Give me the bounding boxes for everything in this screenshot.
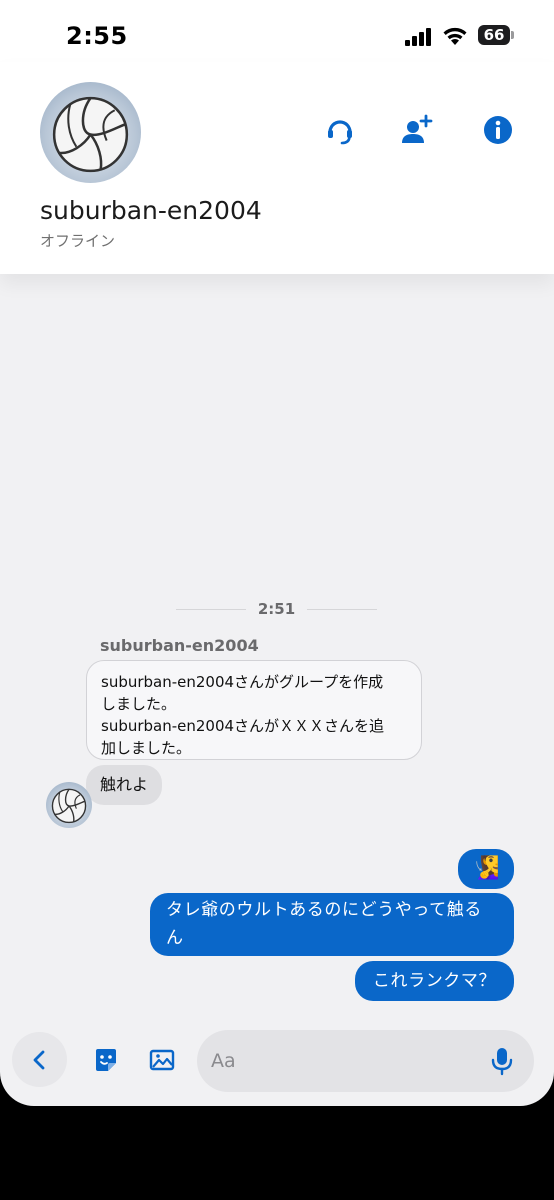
battery-level: 66 xyxy=(478,25,510,45)
outgoing-message[interactable]: タレ爺のウルトあるのにどうやって触るん xyxy=(150,893,514,956)
back-icon xyxy=(33,1050,44,1069)
image-icon[interactable] xyxy=(148,1046,176,1074)
input-bar xyxy=(0,1030,554,1106)
back-button[interactable] xyxy=(12,1032,67,1087)
wifi-icon xyxy=(443,27,467,45)
info-icon[interactable] xyxy=(480,112,516,148)
chat-header: suburban-en2004 オフライン xyxy=(0,62,554,274)
sticker-icon[interactable] xyxy=(92,1046,120,1074)
message-input[interactable] xyxy=(197,1030,534,1092)
sender-avatar[interactable] xyxy=(46,782,92,828)
signal-icon xyxy=(405,28,435,46)
outgoing-message[interactable]: これランクマ？ xyxy=(355,961,514,1001)
contact-status: オフライン xyxy=(40,232,116,250)
status-time: 2:55 xyxy=(66,22,128,50)
system-message-line: suburban-en2004さんがＸＸＸさんを追 xyxy=(101,717,385,735)
volleyball-icon xyxy=(52,96,129,173)
chat-screen: 2:55 66 suburban-en2004 オフライン 2:51 subur… xyxy=(0,0,554,1106)
status-bar: 2:55 66 xyxy=(0,0,554,62)
add-user-icon[interactable] xyxy=(398,112,434,148)
message-list[interactable]: 2:51 suburban-en2004 suburban-en2004さんがグ… xyxy=(0,274,554,1030)
contact-name: suburban-en2004 xyxy=(40,196,262,225)
headset-icon[interactable] xyxy=(322,112,358,148)
time-divider: 2:51 xyxy=(176,600,377,620)
system-message-line: しました。 xyxy=(101,695,177,713)
system-message: suburban-en2004さんがグループを作成 しました。 suburban… xyxy=(86,660,422,760)
system-message-line: 加しました。 xyxy=(101,739,192,757)
incoming-message[interactable]: 触れよ xyxy=(86,765,163,805)
avatar[interactable] xyxy=(40,82,141,183)
battery-icon: 66 xyxy=(478,25,515,45)
volleyball-icon xyxy=(51,788,87,824)
system-message-line: suburban-en2004さんがグループを作成 xyxy=(101,673,384,691)
sender-name: suburban-en2004 xyxy=(100,636,259,655)
outgoing-emoji-message[interactable]: 🧏‍♀️ xyxy=(458,849,514,889)
mic-icon[interactable] xyxy=(488,1046,516,1076)
